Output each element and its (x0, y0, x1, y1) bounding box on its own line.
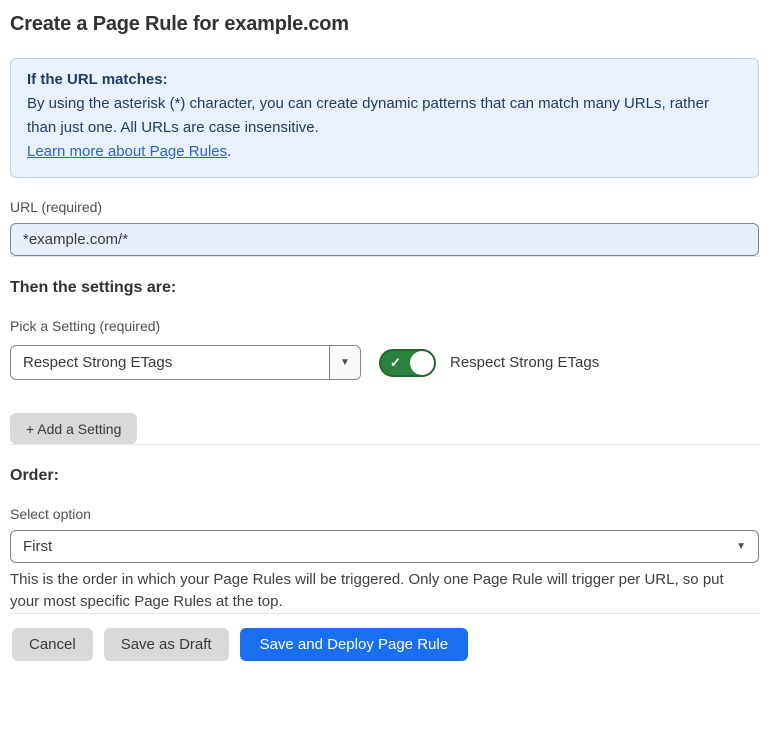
select-option-label: Select option (10, 506, 759, 522)
order-select-value: First (23, 538, 52, 555)
setting-toggle-label: Respect Strong ETags (450, 354, 599, 371)
pick-setting-label: Pick a Setting (required) (10, 318, 759, 334)
setting-select[interactable]: Respect Strong ETags ▼ (10, 345, 361, 380)
setting-select-value: Respect Strong ETags (11, 346, 329, 379)
divider (10, 444, 759, 445)
url-match-callout: If the URL matches: By using the asteris… (10, 58, 759, 178)
order-select[interactable]: First ▼ (10, 530, 759, 563)
divider (10, 613, 759, 614)
callout-body: By using the asterisk (*) character, you… (27, 92, 742, 140)
settings-heading: Then the settings are: (10, 279, 759, 297)
footer-actions: Cancel Save as Draft Save and Deploy Pag… (10, 628, 759, 661)
order-heading: Order: (10, 467, 759, 485)
url-input[interactable] (10, 223, 759, 256)
setting-row: Respect Strong ETags ▼ ✓ Respect Strong … (10, 345, 759, 380)
add-setting-button[interactable]: + Add a Setting (10, 413, 137, 444)
setting-select-arrow-button[interactable]: ▼ (329, 346, 360, 379)
divider (10, 256, 759, 257)
learn-more-link[interactable]: Learn more about Page Rules (27, 143, 227, 160)
callout-heading: If the URL matches: (27, 68, 742, 92)
url-label: URL (required) (10, 199, 759, 215)
save-deploy-button[interactable]: Save and Deploy Page Rule (240, 628, 468, 661)
page-title: Create a Page Rule for example.com (10, 13, 759, 36)
save-draft-button[interactable]: Save as Draft (104, 628, 229, 661)
setting-toggle[interactable]: ✓ (379, 349, 436, 377)
order-help-text: This is the order in which your Page Rul… (10, 569, 755, 613)
callout-link-line: Learn more about Page Rules. (27, 140, 742, 164)
callout-link-suffix: . (227, 143, 231, 160)
chevron-down-icon: ▼ (340, 358, 350, 368)
cancel-button[interactable]: Cancel (12, 628, 93, 661)
create-page-rule-form: Create a Page Rule for example.com If th… (0, 13, 769, 661)
check-icon: ✓ (390, 356, 401, 369)
toggle-knob (410, 351, 434, 375)
chevron-down-icon: ▼ (736, 542, 746, 552)
